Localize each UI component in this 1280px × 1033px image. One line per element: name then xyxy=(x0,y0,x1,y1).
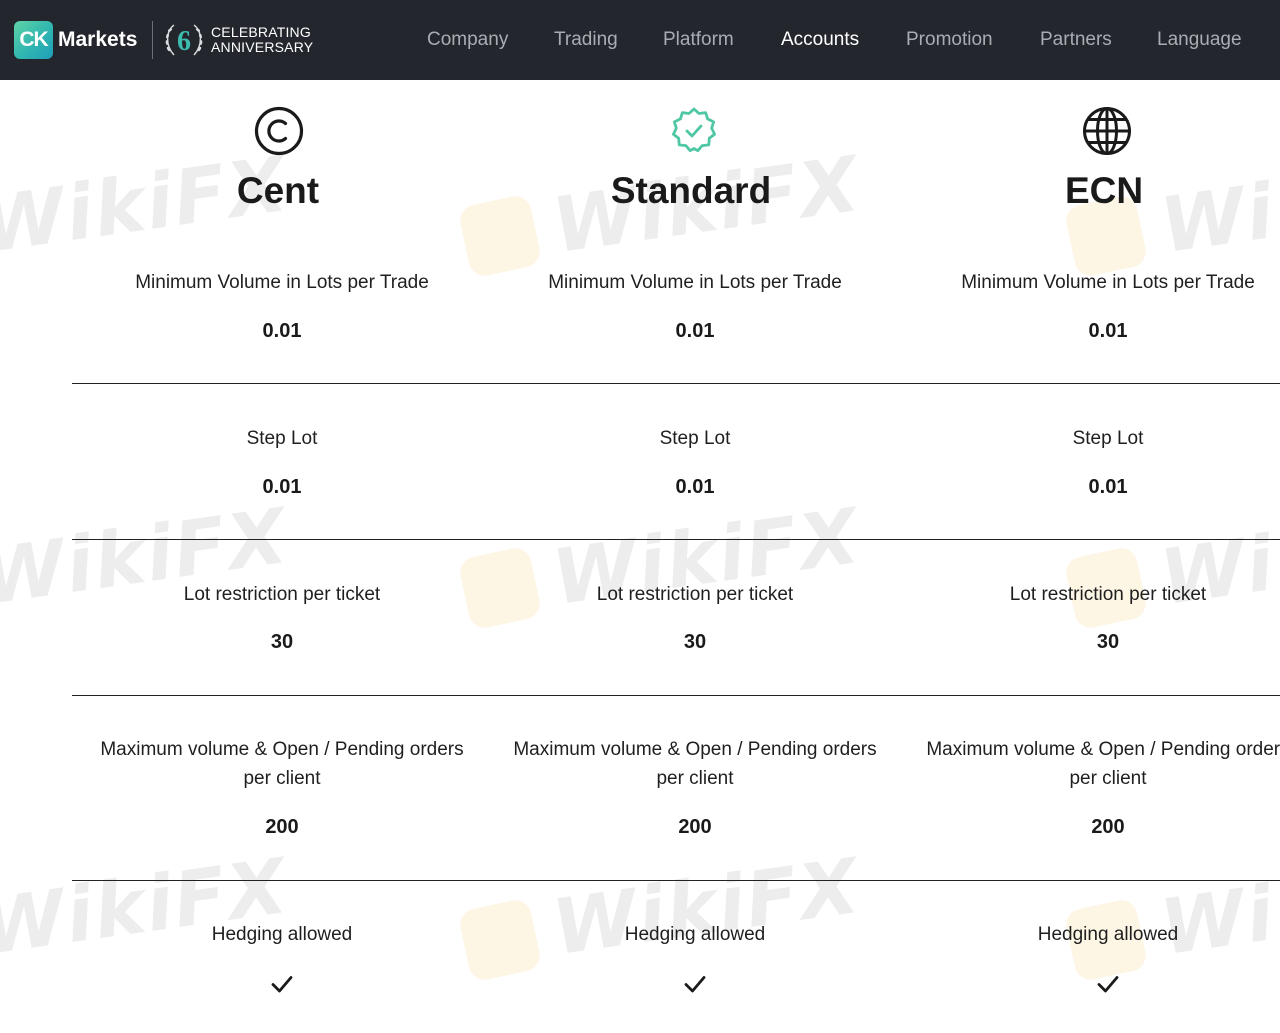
hedging-label: Hedging allowed xyxy=(624,924,766,945)
min-volume-label: Minimum Volume in Lots per Trade xyxy=(135,272,429,293)
account-column-ecn: ECN Minimum Volume in Lots per Trade 0.0… xyxy=(918,80,1280,1033)
hedging-label: Hedging allowed xyxy=(1037,924,1179,945)
nav-accounts[interactable]: Accounts xyxy=(781,28,859,52)
step-lot-value: 0.01 xyxy=(1088,476,1128,498)
lot-restriction-value: 30 xyxy=(683,631,707,653)
lot-restriction-value: 30 xyxy=(270,631,294,653)
step-lot-label: Step Lot xyxy=(246,428,318,449)
min-volume-value: 0.01 xyxy=(675,320,715,342)
step-lot-label: Step Lot xyxy=(1072,428,1144,449)
max-volume-label-line-1: Maximum volume & Open / Pending orders xyxy=(513,739,877,760)
verified-badge-icon xyxy=(672,107,716,153)
nav-promotion[interactable]: Promotion xyxy=(906,28,993,52)
account-column-cent: Cent Minimum Volume in Lots per Trade 0.… xyxy=(92,80,472,1033)
column-content: ECN Minimum Volume in Lots per Trade 0.0… xyxy=(918,80,1280,1033)
account-name: Standard xyxy=(610,170,772,211)
max-volume-label: Maximum volume & Open / Pending orders p… xyxy=(62,735,502,793)
max-volume-value: 200 xyxy=(678,816,712,838)
nav-trading[interactable]: Trading xyxy=(554,28,618,52)
lot-restriction-value: 30 xyxy=(1096,631,1120,653)
lot-restriction-label: Lot restriction per ticket xyxy=(596,584,794,605)
nav-company[interactable]: Company xyxy=(427,28,508,52)
hedging-label: Hedging allowed xyxy=(211,924,353,945)
step-lot-label: Step Lot xyxy=(659,428,731,449)
min-volume-label: Minimum Volume in Lots per Trade xyxy=(548,272,842,293)
top-navigation-bar: CK Markets 6 CELEBRATING ANNIVERSARY Com… xyxy=(0,0,1280,80)
min-volume-label: Minimum Volume in Lots per Trade xyxy=(961,272,1255,293)
max-volume-label-line-2: per client xyxy=(1069,768,1147,789)
lot-restriction-label: Lot restriction per ticket xyxy=(1009,584,1207,605)
lot-restriction-label: Lot restriction per ticket xyxy=(183,584,381,605)
account-column-standard: Standard Minimum Volume in Lots per Trad… xyxy=(505,80,885,1033)
checkmark-icon xyxy=(1097,976,1119,993)
nav-language[interactable]: Language xyxy=(1157,28,1242,52)
nav-partners[interactable]: Partners xyxy=(1040,28,1112,52)
globe-icon xyxy=(1083,107,1131,155)
nav-platform[interactable]: Platform xyxy=(663,28,734,52)
checkmark-icon xyxy=(271,976,293,993)
checkmark-icon xyxy=(684,976,706,993)
main-nav: Company Trading Platform Accounts Promot… xyxy=(0,28,1280,54)
step-lot-value: 0.01 xyxy=(675,476,715,498)
account-name: Cent xyxy=(236,170,320,211)
max-volume-label: Maximum volume & Open / Pending orders p… xyxy=(918,735,1280,793)
step-lot-value: 0.01 xyxy=(262,476,302,498)
max-volume-label-line-2: per client xyxy=(243,768,321,789)
copyright-circle-icon xyxy=(254,106,304,156)
max-volume-label-line-2: per client xyxy=(656,768,734,789)
max-volume-value: 200 xyxy=(265,816,299,838)
max-volume-label-line-1: Maximum volume & Open / Pending orders xyxy=(100,739,464,760)
min-volume-value: 0.01 xyxy=(262,320,302,342)
max-volume-value: 200 xyxy=(1091,816,1125,838)
max-volume-label: Maximum volume & Open / Pending orders p… xyxy=(475,735,915,793)
max-volume-label-line-1: Maximum volume & Open / Pending orders xyxy=(926,739,1280,760)
account-name: ECN xyxy=(1064,170,1144,211)
min-volume-value: 0.01 xyxy=(1088,320,1128,342)
